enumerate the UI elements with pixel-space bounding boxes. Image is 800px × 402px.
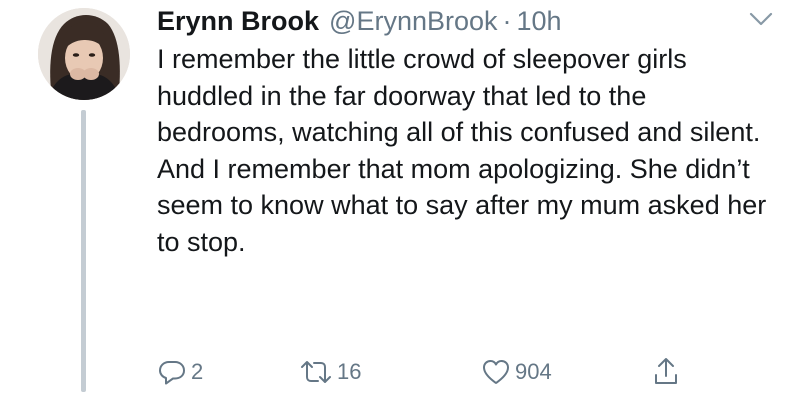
like-count: 904 xyxy=(515,359,552,384)
share-button[interactable] xyxy=(651,356,681,388)
header-separator: · xyxy=(502,6,512,36)
heart-icon xyxy=(481,357,511,387)
timestamp[interactable]: 10h xyxy=(517,3,562,39)
tweet-actions: 2 16 904 xyxy=(157,356,717,388)
avatar-image xyxy=(38,8,130,100)
tweet-text: I remember the little crowd of sleepover… xyxy=(157,44,767,257)
reply-icon xyxy=(157,357,187,387)
like-button[interactable]: 904 xyxy=(481,356,552,388)
tweet-card[interactable]: Erynn Brook @ErynnBrook · 10h I remember… xyxy=(0,0,800,402)
user-handle[interactable]: @ErynnBrook xyxy=(329,3,497,39)
retweet-count: 16 xyxy=(337,359,362,384)
reply-count: 2 xyxy=(191,359,204,384)
display-name[interactable]: Erynn Brook xyxy=(157,3,319,39)
thread-line xyxy=(81,110,86,392)
chevron-down-icon[interactable] xyxy=(747,8,775,30)
share-icon xyxy=(651,356,681,388)
tweet-header: Erynn Brook @ErynnBrook · 10h xyxy=(157,3,562,39)
retweet-icon xyxy=(299,357,333,387)
retweet-button[interactable]: 16 xyxy=(299,356,361,388)
reply-button[interactable]: 2 xyxy=(157,356,203,388)
avatar[interactable] xyxy=(38,8,130,100)
